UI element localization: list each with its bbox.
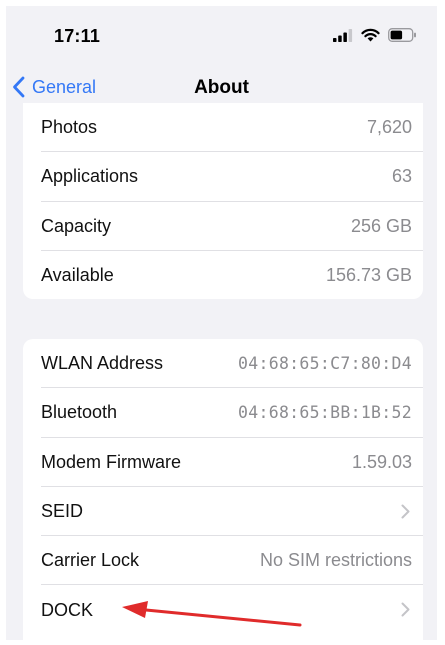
row-value: No SIM restrictions	[259, 550, 412, 571]
row-label: DOCK	[41, 599, 94, 620]
status-bar: 17:11	[6, 6, 437, 64]
info-row-wlan-address: WLAN Address 04:68:65:C7:80:D4	[23, 339, 423, 389]
status-icons	[333, 28, 417, 42]
info-row-carrier-lock: Carrier Lock No SIM restrictions	[23, 536, 423, 586]
row-label: SEID	[41, 501, 84, 522]
row-label: Applications	[41, 166, 139, 187]
row-label: WLAN Address	[41, 353, 164, 374]
wifi-icon	[361, 28, 380, 42]
row-label: Carrier Lock	[41, 550, 140, 571]
info-row-modem-firmware: Modem Firmware 1.59.03	[23, 438, 423, 488]
info-row-applications: Applications 63	[23, 152, 423, 202]
row-value: 04:68:65:BB:1B:52	[238, 403, 412, 423]
info-row-available: Available 156.73 GB	[23, 251, 423, 299]
info-row-capacity: Capacity 256 GB	[23, 202, 423, 252]
row-value: 256 GB	[350, 215, 412, 236]
row-value: 04:68:65:C7:80:D4	[238, 354, 412, 374]
info-row-dock[interactable]: DOCK	[23, 585, 423, 634]
info-row-bluetooth: Bluetooth 04:68:65:BB:1B:52	[23, 388, 423, 438]
row-value: 156.73 GB	[325, 265, 412, 286]
row-value: 63	[391, 166, 412, 187]
row-value: 7,620	[366, 117, 412, 138]
network-info-group: WLAN Address 04:68:65:C7:80:D4 Bluetooth…	[23, 339, 423, 640]
row-label: Photos	[41, 117, 98, 138]
info-row-seid[interactable]: SEID	[23, 487, 423, 537]
battery-icon	[388, 28, 416, 42]
row-label: Capacity	[41, 215, 112, 236]
storage-info-group: Photos 7,620 Applications 63 Capacity 25…	[23, 103, 423, 299]
settings-screen: 17:11 General About Photos 7,620 Applica…	[6, 6, 437, 640]
chevron-right-icon	[401, 602, 410, 617]
page-title: About	[194, 77, 249, 98]
row-label: Available	[41, 265, 114, 286]
row-value: 1.59.03	[351, 451, 412, 472]
status-time: 17:11	[54, 26, 101, 46]
row-label: Modem Firmware	[41, 451, 182, 472]
cellular-signal-icon	[333, 28, 353, 42]
info-row-photos: Photos 7,620	[23, 103, 423, 153]
row-label: Bluetooth	[41, 402, 118, 423]
chevron-right-icon	[401, 504, 410, 519]
